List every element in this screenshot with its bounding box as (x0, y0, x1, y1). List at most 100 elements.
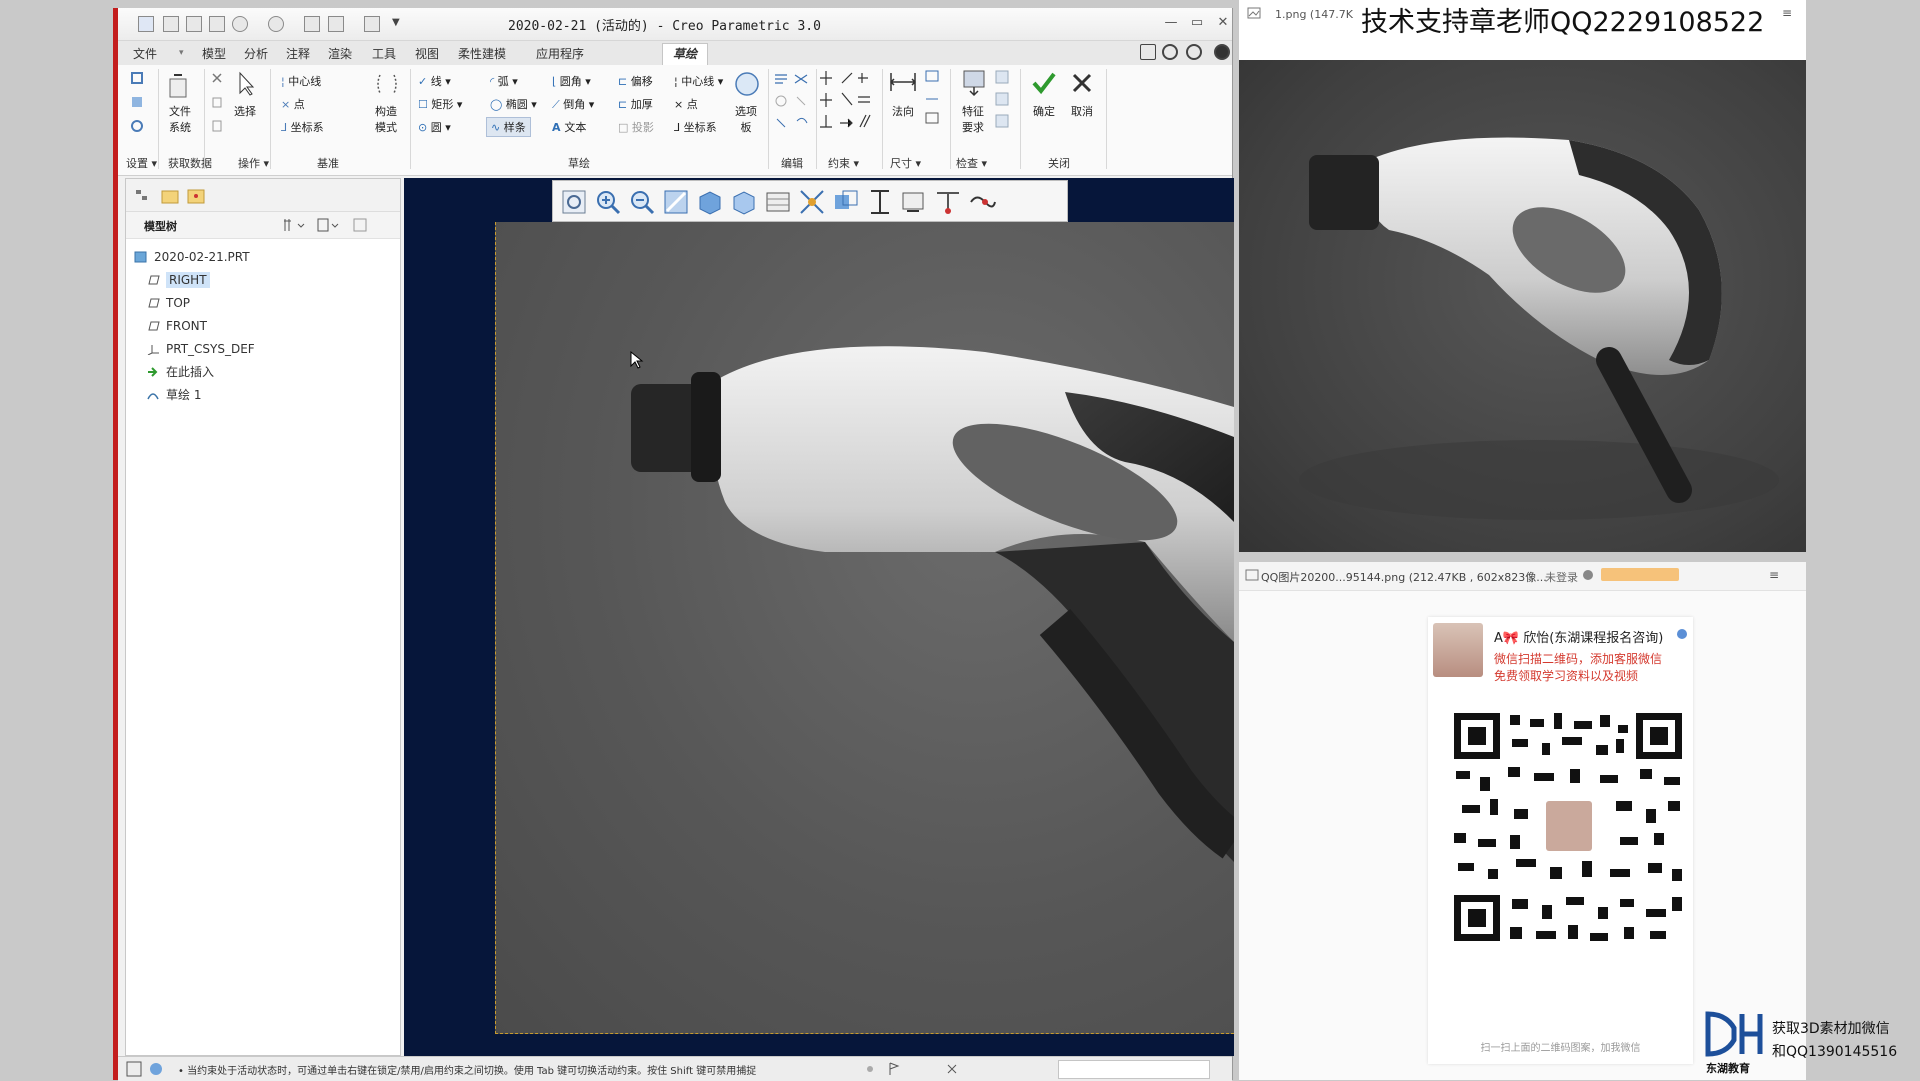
collapse-ribbon-icon[interactable] (1140, 44, 1156, 60)
construct-mode-button[interactable]: 构造 模式 (370, 103, 402, 135)
normal-dimension-button[interactable]: 法向 (886, 103, 920, 119)
normal-dimension-icon[interactable] (888, 69, 918, 95)
model-tree-tab-icon[interactable] (134, 188, 150, 204)
redo-icon[interactable] (268, 16, 284, 32)
point-button[interactable]: × 点 (281, 96, 305, 112)
cut-icon[interactable] (210, 71, 224, 85)
sketch-setup-icon[interactable] (130, 71, 144, 85)
sketch-viewport[interactable] (495, 222, 1234, 1034)
cancel-button[interactable]: 取消 (1066, 103, 1098, 119)
dimension-tools-icon[interactable] (924, 69, 942, 129)
paste-icon[interactable] (210, 119, 224, 133)
file-system-icon[interactable] (166, 71, 190, 101)
tree-item-right[interactable]: RIGHT (146, 270, 210, 290)
regenerate-icon[interactable] (304, 16, 320, 32)
maximize-icon[interactable]: ▭ (1188, 14, 1206, 32)
tab-file[interactable]: 文件 (133, 45, 157, 62)
arc-button[interactable]: ◜ 弧 ▾ (490, 73, 518, 89)
undo-icon[interactable] (232, 16, 248, 32)
tab-sketch[interactable]: 草绘 (662, 43, 709, 65)
favorites-tab-icon[interactable] (186, 186, 206, 206)
tree-item-top[interactable]: TOP (146, 293, 190, 313)
saved-orientations-icon[interactable] (729, 187, 759, 217)
select-icon[interactable] (234, 71, 256, 97)
ellipse-button[interactable]: ◯ 椭圆 ▾ (490, 96, 537, 112)
dimension-display-icon[interactable] (967, 187, 997, 217)
feature-requirements-button[interactable]: 特征 要求 (956, 103, 990, 135)
save-icon[interactable] (209, 16, 225, 32)
line-button[interactable]: ✓ 线 ▾ (418, 73, 451, 89)
qat-dropdown-icon[interactable]: ▼ (392, 17, 400, 28)
constraints-icon[interactable] (818, 69, 880, 133)
user-icon[interactable] (1583, 570, 1593, 580)
find-icon[interactable] (944, 1061, 960, 1077)
smart-filter-dropdown[interactable] (1058, 1060, 1210, 1079)
construct-mode-icon[interactable] (374, 71, 400, 97)
centerline-button[interactable]: ¦ 中心线 (281, 73, 321, 89)
tree-item-insert-here[interactable]: 在此插入 (146, 362, 214, 382)
offset-button[interactable]: ⊏ 偏移 (618, 73, 653, 89)
tab-annotate[interactable]: 注释 (286, 45, 310, 62)
geometry-coordsys-button[interactable]: ⅃ 坐标系 (674, 119, 717, 135)
group-dimension[interactable]: 尺寸 ▾ (890, 155, 921, 171)
close-icon[interactable]: ✕ (1214, 14, 1232, 32)
geometry-point-button[interactable]: × 点 (674, 96, 698, 112)
app-icon[interactable] (138, 16, 154, 32)
group-setup[interactable]: 设置 ▾ (126, 155, 157, 171)
inspect-tools-icon[interactable] (994, 69, 1012, 129)
sketch-view-icon[interactable] (130, 119, 144, 133)
tab-flexible-modeling[interactable]: 柔性建模 (458, 45, 506, 62)
minimize-icon[interactable]: — (1162, 14, 1180, 32)
tab-tools[interactable]: 工具 (372, 45, 396, 62)
coordsys-button[interactable]: ⅃ 坐标系 (281, 119, 324, 135)
tree-item-csys[interactable]: PRT_CSYS_DEF (146, 339, 255, 359)
community-icon[interactable] (1186, 44, 1202, 60)
circle-button[interactable]: ⊙ 圆 ▾ (418, 119, 451, 135)
view-manager-icon[interactable] (763, 187, 793, 217)
palette-button[interactable]: 选项 板 (730, 103, 762, 135)
geometry-centerline-button[interactable]: ¦ 中心线 ▾ (674, 73, 723, 89)
browser-toggle-icon[interactable] (148, 1061, 164, 1077)
viewer1-menu-icon[interactable]: ≡ (1782, 6, 1792, 20)
refit-icon[interactable] (559, 187, 589, 217)
ok-button[interactable]: 确定 (1028, 103, 1060, 119)
tab-view[interactable]: 视图 (415, 45, 439, 62)
close-window-icon[interactable] (364, 16, 380, 32)
open-file-icon[interactable] (186, 16, 202, 32)
file-system-button[interactable]: 文件 系统 (162, 103, 198, 135)
rectangle-button[interactable]: ☐ 矩形 ▾ (418, 96, 462, 112)
datum-display-icon[interactable] (831, 187, 861, 217)
tree-item-front[interactable]: FRONT (146, 316, 207, 336)
viewer2-menu-icon[interactable]: ≡ (1769, 568, 1779, 582)
palette-icon[interactable] (732, 69, 762, 99)
tree-item-sketch[interactable]: 草绘 1 (146, 385, 201, 405)
thicken-button[interactable]: ⊏ 加厚 (618, 96, 653, 112)
folder-browser-tab-icon[interactable] (160, 186, 180, 206)
sketcher-display-icon[interactable] (899, 187, 929, 217)
annotation-display-icon[interactable] (933, 187, 963, 217)
sketch-view-icon[interactable] (865, 187, 895, 217)
group-operations[interactable]: 操作 ▾ (238, 155, 269, 171)
cancel-icon[interactable] (1070, 71, 1094, 95)
help-icon[interactable] (1214, 44, 1230, 60)
tab-render[interactable]: 渲染 (328, 45, 352, 62)
tree-filter-icon[interactable] (352, 217, 370, 233)
search-icon[interactable] (1162, 44, 1178, 60)
zoom-in-icon[interactable] (593, 187, 623, 217)
file-dropdown-icon[interactable]: ▾ (179, 48, 184, 58)
graphics-area[interactable] (404, 178, 1234, 1056)
group-constrain[interactable]: 约束 ▾ (828, 155, 859, 171)
copy-icon[interactable] (210, 95, 224, 109)
select-button[interactable]: 选择 (230, 103, 260, 119)
vip-badge[interactable] (1601, 568, 1679, 581)
spline-button[interactable]: ∿ 样条 (486, 117, 531, 137)
zoom-out-icon[interactable] (627, 187, 657, 217)
windows-icon[interactable] (328, 16, 344, 32)
tab-applications[interactable]: 应用程序 (536, 45, 584, 62)
display-style-icon[interactable] (695, 187, 725, 217)
chamfer-button[interactable]: ⟋ 倒角 ▾ (552, 96, 594, 112)
group-inspect[interactable]: 检查 ▾ (956, 155, 987, 171)
tab-analysis[interactable]: 分析 (244, 45, 268, 62)
text-button[interactable]: A 文本 (552, 119, 586, 135)
tree-toggle-icon[interactable] (126, 1061, 142, 1077)
